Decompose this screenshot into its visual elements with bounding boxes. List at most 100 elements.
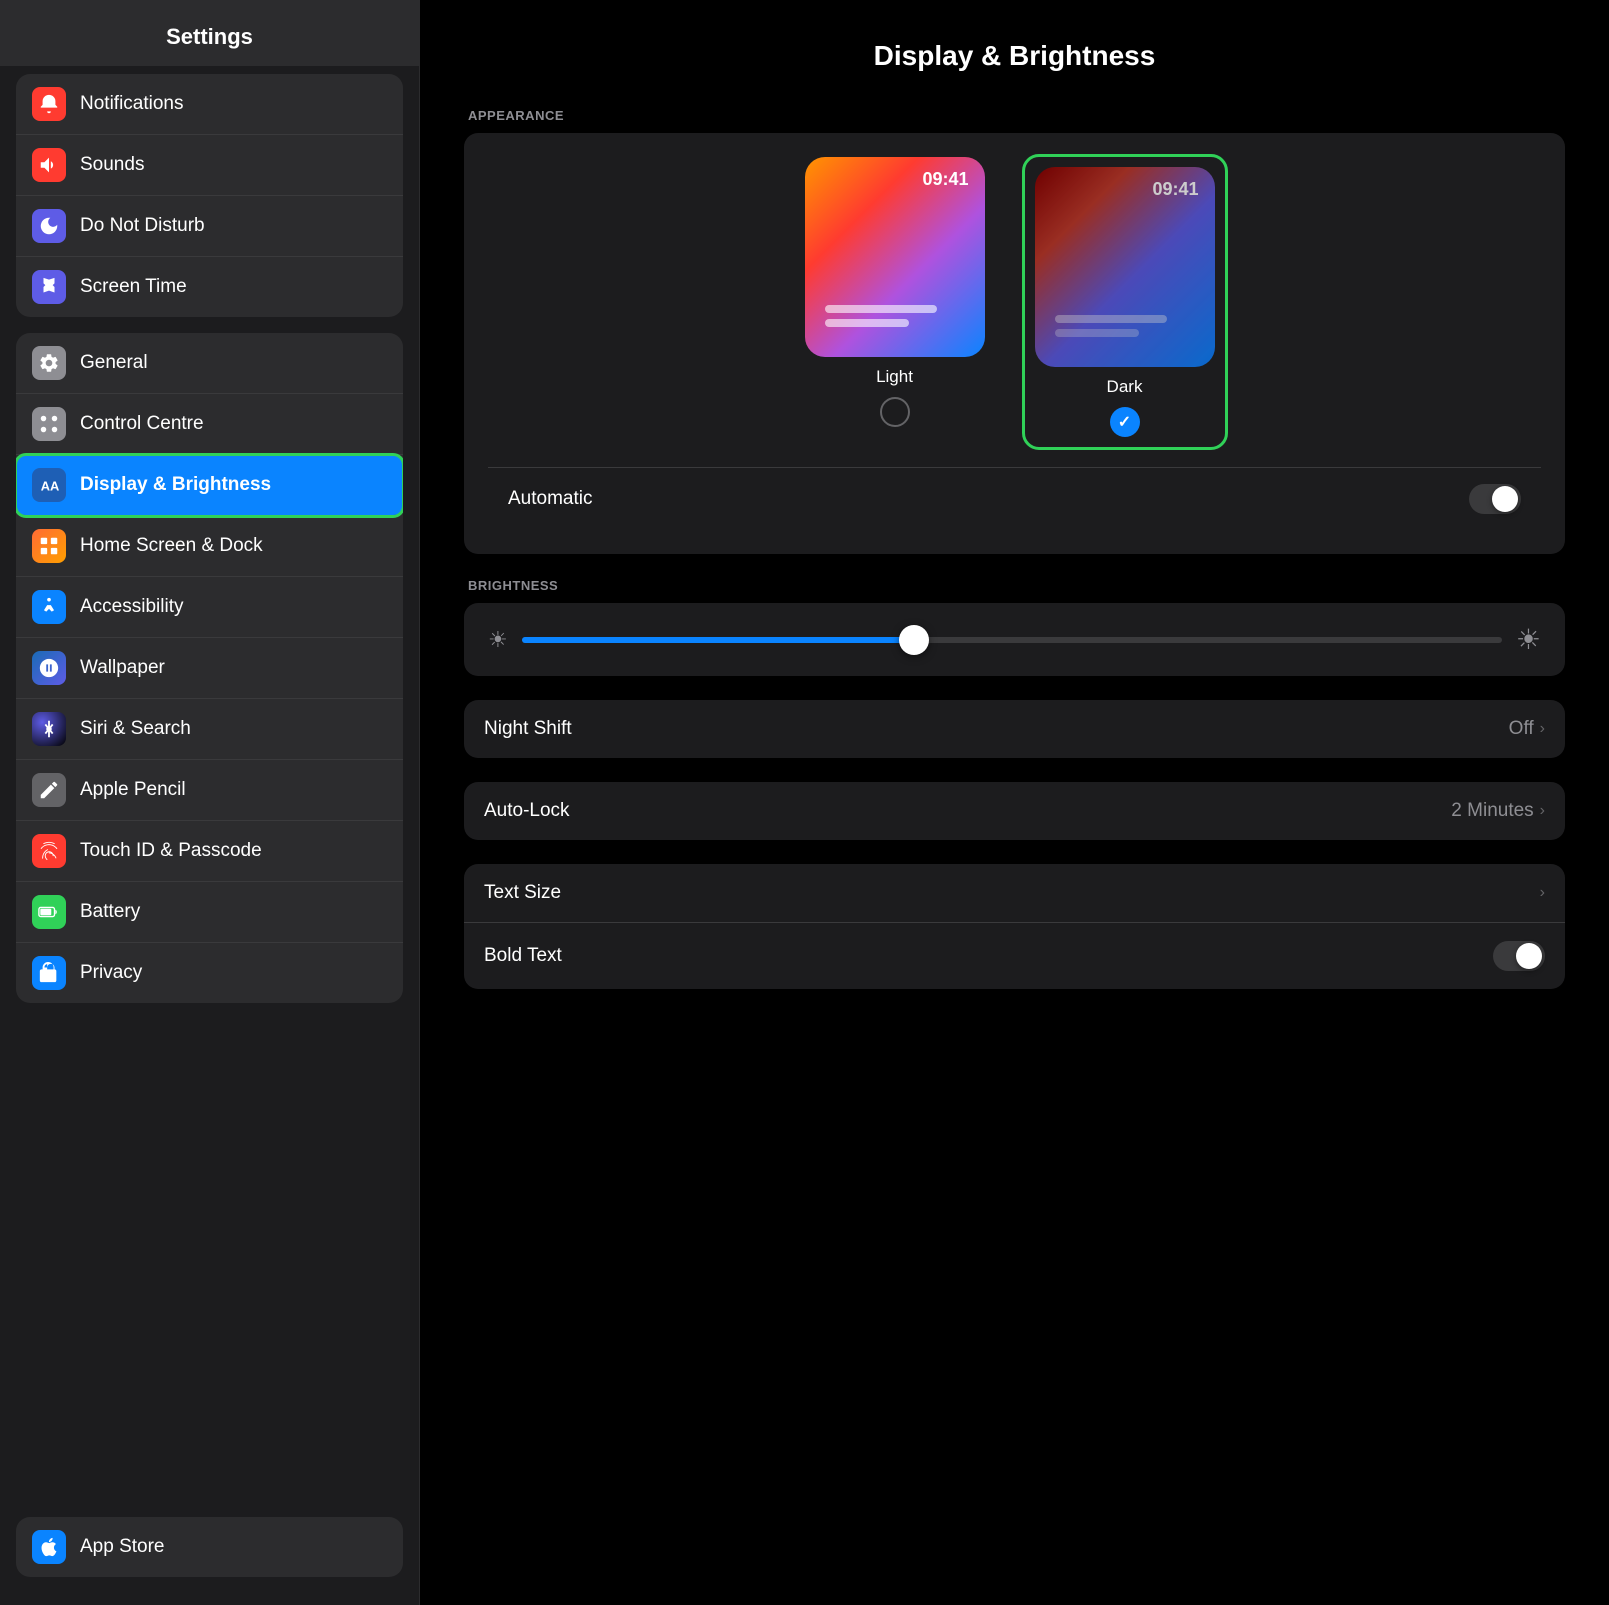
appearance-options-container: 09:41 Light 09:41: [464, 133, 1565, 554]
dark-label: Dark: [1107, 377, 1143, 397]
sidebar-title: Settings: [0, 0, 419, 66]
content-area: Display & Brightness APPEARANCE 09:41 Li…: [420, 0, 1609, 1605]
notifications-label: Notifications: [80, 93, 184, 115]
appearance-options: 09:41 Light 09:41: [488, 157, 1541, 447]
light-bars: [825, 305, 965, 327]
appearance-section-label: APPEARANCE: [468, 108, 1565, 123]
bold-text-toggle[interactable]: [1493, 941, 1545, 971]
brightness-fill: [522, 637, 914, 643]
light-time: 09:41: [922, 169, 968, 190]
sidebar-item-screentime[interactable]: Screen Time: [16, 257, 403, 317]
appstore-label: App Store: [80, 1536, 165, 1558]
battery-label: Battery: [80, 901, 140, 923]
dark-bars: [1055, 315, 1195, 337]
wallpaper-label: Wallpaper: [80, 657, 165, 679]
wallpaper-icon: [32, 651, 66, 685]
sidebar-item-siri[interactable]: Siri & Search: [16, 699, 403, 760]
dark-preview: 09:41: [1035, 167, 1215, 367]
text-size-label: Text Size: [484, 882, 561, 904]
auto-lock-card: Auto-Lock 2 Minutes ›: [464, 782, 1565, 840]
light-bar-2: [825, 319, 909, 327]
dark-time: 09:41: [1152, 179, 1198, 200]
night-shift-value-text: Off: [1509, 718, 1534, 740]
notifications-icon: [32, 87, 66, 121]
auto-lock-chevron: ›: [1540, 802, 1545, 820]
sidebar-group-2: General Control Centre AA Display & Brig…: [16, 333, 403, 1003]
automatic-toggle[interactable]: [1469, 484, 1521, 514]
sounds-icon: [32, 148, 66, 182]
general-label: General: [80, 352, 148, 374]
text-size-row[interactable]: Text Size ›: [464, 864, 1565, 923]
homescreen-label: Home Screen & Dock: [80, 535, 263, 557]
light-preview: 09:41: [805, 157, 985, 357]
sidebar-item-touchid[interactable]: Touch ID & Passcode: [16, 821, 403, 882]
light-label: Light: [876, 367, 913, 387]
controlcentre-label: Control Centre: [80, 413, 204, 435]
sun-small-icon: ☀: [488, 627, 508, 653]
touchid-label: Touch ID & Passcode: [80, 840, 262, 862]
sun-large-icon: ☀: [1516, 623, 1541, 656]
siri-label: Siri & Search: [80, 718, 191, 740]
battery-icon: [32, 895, 66, 929]
screentime-icon: [32, 270, 66, 304]
dark-radio[interactable]: ✓: [1110, 407, 1140, 437]
light-radio[interactable]: [880, 397, 910, 427]
appstore-icon: [32, 1530, 66, 1564]
sidebar-item-accessibility[interactable]: Accessibility: [16, 577, 403, 638]
sidebar-item-general[interactable]: General: [16, 333, 403, 394]
sidebar: Settings Notifications Sounds Do Not Dis…: [0, 0, 420, 1605]
automatic-label: Automatic: [508, 488, 592, 510]
sounds-label: Sounds: [80, 154, 144, 176]
sidebar-item-notifications[interactable]: Notifications: [16, 74, 403, 135]
siri-icon: [32, 712, 66, 746]
brightness-section-label: BRIGHTNESS: [468, 578, 1565, 593]
sidebar-standalone-appstore: App Store: [16, 1517, 403, 1577]
night-shift-card: Night Shift Off ›: [464, 700, 1565, 758]
brightness-slider-container: ☀ ☀: [464, 603, 1565, 676]
automatic-row: Automatic: [488, 467, 1541, 530]
sidebar-item-appstore[interactable]: App Store: [16, 1517, 403, 1577]
display-label: Display & Brightness: [80, 474, 271, 496]
appearance-card: 09:41 Light 09:41: [464, 133, 1565, 554]
night-shift-row[interactable]: Night Shift Off ›: [464, 700, 1565, 758]
text-size-chevron: ›: [1540, 884, 1545, 902]
sidebar-item-applepencil[interactable]: Apple Pencil: [16, 760, 403, 821]
applepencil-icon: [32, 773, 66, 807]
sidebar-item-homescreen[interactable]: Home Screen & Dock: [16, 516, 403, 577]
sidebar-item-display[interactable]: AA Display & Brightness: [16, 455, 403, 516]
sidebar-item-privacy[interactable]: Privacy: [16, 943, 403, 1003]
sidebar-item-sounds[interactable]: Sounds: [16, 135, 403, 196]
brightness-card: ☀ ☀: [464, 603, 1565, 676]
night-shift-label: Night Shift: [484, 718, 572, 740]
brightness-slider[interactable]: [522, 637, 1502, 643]
text-card: Text Size › Bold Text: [464, 864, 1565, 989]
applepencil-label: Apple Pencil: [80, 779, 186, 801]
brightness-thumb[interactable]: [899, 625, 929, 655]
screentime-label: Screen Time: [80, 276, 187, 298]
privacy-label: Privacy: [80, 962, 142, 984]
accessibility-icon: [32, 590, 66, 624]
auto-lock-row[interactable]: Auto-Lock 2 Minutes ›: [464, 782, 1565, 840]
brightness-row: ☀ ☀: [488, 623, 1541, 656]
auto-lock-value: 2 Minutes ›: [1451, 800, 1545, 822]
page-title: Display & Brightness: [464, 40, 1565, 72]
night-shift-value: Off ›: [1509, 718, 1545, 740]
display-icon: AA: [32, 468, 66, 502]
donotdisturb-label: Do Not Disturb: [80, 215, 205, 237]
bold-text-toggle-thumb: [1516, 943, 1542, 969]
touchid-icon: [32, 834, 66, 868]
homescreen-icon: [32, 529, 66, 563]
sidebar-item-controlcentre[interactable]: Control Centre: [16, 394, 403, 455]
sidebar-bottom: App Store: [0, 1509, 419, 1605]
sidebar-item-battery[interactable]: Battery: [16, 882, 403, 943]
sidebar-item-wallpaper[interactable]: Wallpaper: [16, 638, 403, 699]
dark-option[interactable]: 09:41 Dark ✓: [1025, 157, 1225, 447]
dark-bar-1: [1055, 315, 1167, 323]
privacy-icon: [32, 956, 66, 990]
light-option[interactable]: 09:41 Light: [805, 157, 985, 447]
night-shift-chevron: ›: [1540, 720, 1545, 738]
light-bar-1: [825, 305, 937, 313]
svg-text:AA: AA: [41, 479, 60, 494]
text-size-value: ›: [1540, 884, 1545, 902]
sidebar-item-donotdisturb[interactable]: Do Not Disturb: [16, 196, 403, 257]
